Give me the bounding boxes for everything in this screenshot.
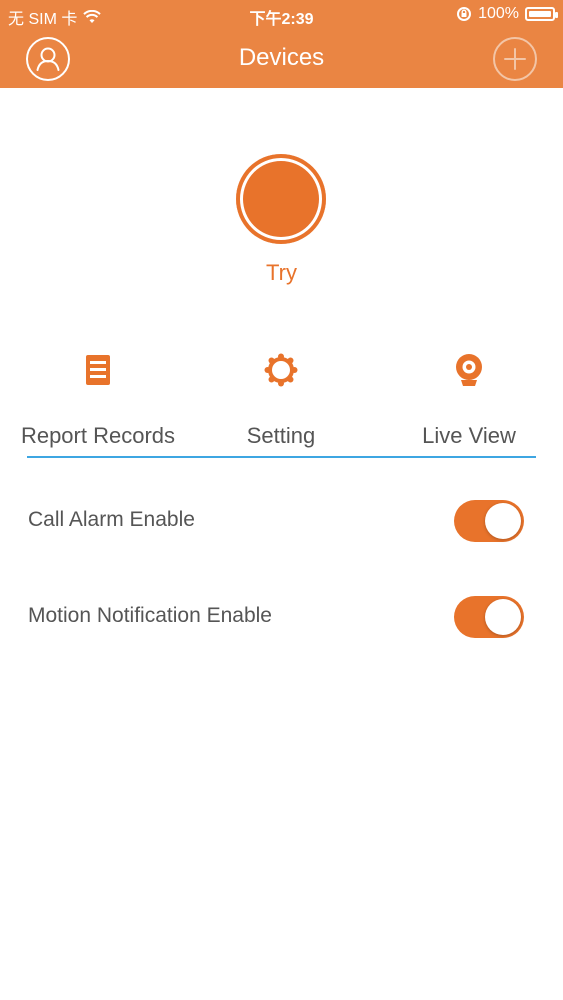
call-alarm-toggle[interactable] xyxy=(454,500,524,542)
device-avatar[interactable] xyxy=(236,154,326,244)
top-bar: 无 SIM 卡 下午2:39 100% Devices xyxy=(0,0,563,88)
setting-row-call-alarm: Call Alarm Enable xyxy=(0,490,563,550)
tab-live-view[interactable]: Live View xyxy=(375,350,563,449)
call-alarm-label: Call Alarm Enable xyxy=(28,508,195,531)
navigation-bar: Devices xyxy=(0,30,563,88)
motion-notification-label: Motion Notification Enable xyxy=(28,604,272,627)
device-name: Try xyxy=(266,260,297,285)
rotation-lock-icon xyxy=(457,7,472,21)
status-bar: 无 SIM 卡 下午2:39 100% xyxy=(0,0,563,30)
motion-notification-toggle[interactable] xyxy=(454,596,524,638)
live-view-icon xyxy=(456,354,482,386)
page-title: Devices xyxy=(238,44,325,71)
tab-label-live-view: Live View xyxy=(422,423,516,448)
call-alarm-toggle-knob[interactable] xyxy=(485,503,521,539)
add-device-button[interactable] xyxy=(493,37,537,81)
tab-setting[interactable]: Setting xyxy=(187,350,375,449)
add-icon xyxy=(504,48,526,70)
battery-icon xyxy=(525,7,558,21)
device-tabs: Report Records Setting Live View xyxy=(0,350,563,460)
setting-row-motion-notification: Motion Notification Enable xyxy=(0,586,563,646)
report-records-icon xyxy=(86,355,110,385)
tab-report-records[interactable]: Report Records xyxy=(4,350,192,449)
setting-icon xyxy=(264,353,298,387)
motion-notification-toggle-knob[interactable] xyxy=(485,599,521,635)
tab-label-setting: Setting xyxy=(246,423,316,448)
battery-level-fill xyxy=(529,11,551,17)
tabs-underline xyxy=(27,456,536,458)
status-right: 100% xyxy=(456,5,558,23)
tab-label-report-records: Report Records xyxy=(20,423,176,448)
devices-screen: 无 SIM 卡 下午2:39 100% Devices Try Report R… xyxy=(0,0,563,1000)
battery-percent: 100% xyxy=(478,5,519,22)
